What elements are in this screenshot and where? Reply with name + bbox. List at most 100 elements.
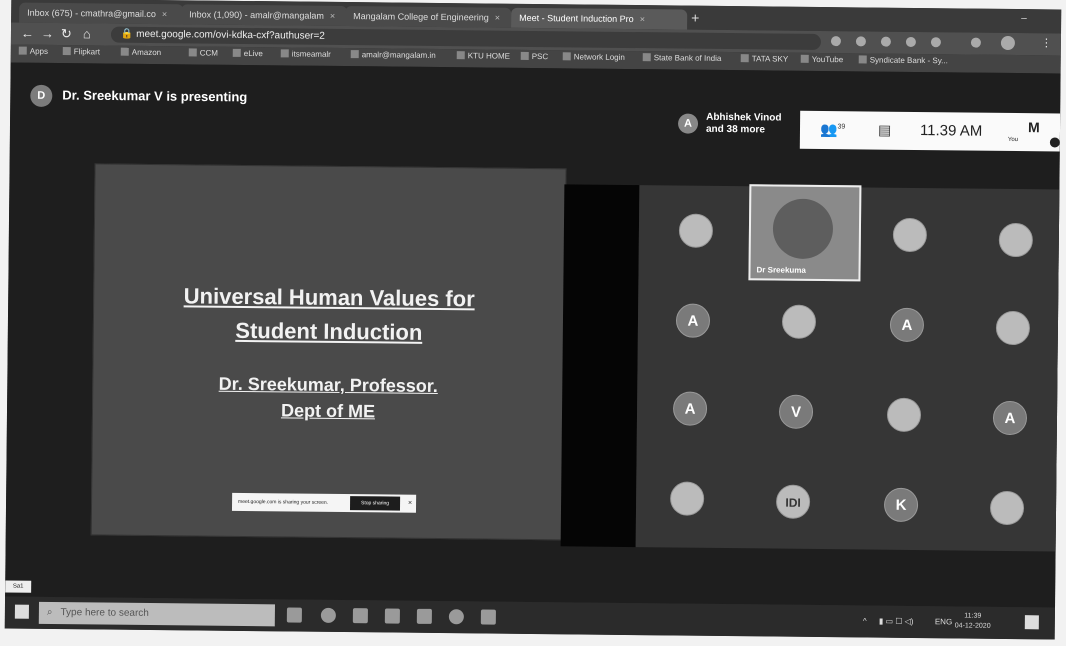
forward-icon[interactable]: → <box>41 26 54 41</box>
presenting-text: Dr. Sreekumar V is presenting <box>62 87 248 105</box>
tray-chevron-icon[interactable]: ^ <box>863 616 867 625</box>
joined-notice: A Abhishek Vinod and 38 more <box>677 111 782 137</box>
slide-title-line2: Student Induction <box>235 317 423 345</box>
bookmark-tata-sky[interactable]: TATA SKY <box>740 54 788 64</box>
chat-icon[interactable]: ▤ <box>878 122 891 139</box>
participant-tile[interactable] <box>892 217 928 253</box>
participant-tile[interactable]: K <box>883 487 919 523</box>
screen: Inbox (675) - cmathra@gmail.co × Inbox (1… <box>4 0 1062 640</box>
app-icon[interactable] <box>480 609 496 625</box>
meeting-time: 11.39 AM <box>919 122 983 140</box>
participant-grid: Dr Sreekuma A A A V A IDI K <box>635 184 1062 552</box>
language-indicator[interactable]: ENG <box>935 617 952 626</box>
bookmark-network-login[interactable]: Network Login <box>562 52 625 62</box>
participant-tile[interactable] <box>886 397 922 433</box>
reload-icon[interactable]: ↻ <box>61 26 72 42</box>
desktop-label: Sa1 <box>5 580 32 593</box>
bookmark-amalr[interactable]: amalr@mangalam.in <box>350 50 436 60</box>
joiner-line2: and 38 more <box>705 123 765 136</box>
video-face <box>772 198 834 260</box>
chrome-icon[interactable] <box>320 607 336 623</box>
menu-icon[interactable]: ⋮ <box>1041 36 1052 49</box>
you-label: You <box>1007 136 1019 144</box>
video-name: Dr Sreekuma <box>756 265 806 275</box>
tab-label: Mangalam College of Engineering <box>353 11 489 23</box>
tab-college[interactable]: Mangalam College of Engineering × <box>345 6 512 28</box>
hide-button[interactable]: × <box>408 495 412 513</box>
participant-tile[interactable] <box>781 304 817 339</box>
task-view-icon[interactable] <box>286 607 302 623</box>
bookmark-youtube[interactable]: YouTube <box>800 54 843 64</box>
extension-icon[interactable] <box>855 36 866 47</box>
bookmark-ktu-home[interactable]: KTU HOME <box>456 51 510 61</box>
extensions-puzzle-icon[interactable] <box>970 37 981 48</box>
notification-icon[interactable] <box>1024 615 1039 630</box>
clock-date: 04-12-2020 <box>954 622 991 630</box>
bookmark-psc[interactable]: PSC <box>520 51 548 61</box>
taskbar-clock[interactable]: 11:39 04-12-2020 <box>955 611 991 631</box>
participant-tile[interactable]: A <box>992 400 1028 436</box>
search-placeholder: Type here to search <box>60 607 149 619</box>
tab-label: Inbox (675) - cmathra@gmail.co <box>27 7 156 20</box>
new-tab-icon[interactable]: + <box>691 10 699 26</box>
slide-author-line2: Dept of ME <box>280 400 376 422</box>
extension-icon[interactable] <box>905 36 916 47</box>
participant-tile[interactable] <box>669 481 705 516</box>
participant-tile[interactable]: V <box>778 394 814 429</box>
info-icon[interactable] <box>1049 137 1060 148</box>
joiner-line1: Abhishek Vinod <box>706 111 782 124</box>
extension-icon[interactable] <box>930 37 941 48</box>
clock-time: 11:39 <box>964 612 982 620</box>
meet-top-controls: 👥39 ▤ 11.39 AM You M <box>799 110 1061 152</box>
bookmark-flipkart[interactable]: Flipkart <box>62 47 100 56</box>
presenter-avatar: D <box>30 84 53 107</box>
meet-area: D Dr. Sreekumar V is presenting A Abhishe… <box>5 62 1062 608</box>
home-icon[interactable]: ⌂ <box>83 26 91 41</box>
presentation-slide: Universal Human Values for Student Induc… <box>90 163 567 541</box>
people-icon[interactable]: 👥39 <box>820 121 845 138</box>
taskbar-search[interactable]: ⌕ Type here to search <box>38 601 275 627</box>
app-icon[interactable] <box>448 609 464 625</box>
tab-label: Inbox (1,090) - amalr@mangalam <box>189 9 324 21</box>
participant-tile[interactable]: A <box>672 391 708 426</box>
close-icon[interactable]: × <box>495 13 500 23</box>
back-icon[interactable]: ← <box>21 26 34 41</box>
participant-tile[interactable] <box>678 213 714 248</box>
participant-tile[interactable]: A <box>675 303 711 338</box>
close-icon[interactable]: × <box>162 9 167 19</box>
stop-sharing-button[interactable]: Stop sharing <box>349 496 401 511</box>
screen-share-bar: meet.google.com is sharing your screen. … <box>231 492 417 513</box>
slide-title-line1: Universal Human Values for <box>183 283 475 312</box>
participant-tile[interactable] <box>998 222 1034 258</box>
participant-tile[interactable]: IDI <box>775 484 811 519</box>
share-message: meet.google.com is sharing your screen. <box>238 498 329 506</box>
profile-avatar[interactable] <box>1000 35 1015 51</box>
app-icon[interactable] <box>416 608 432 624</box>
minimize-icon[interactable]: – <box>1021 13 1027 24</box>
file-explorer-icon[interactable] <box>352 608 368 624</box>
self-avatar[interactable]: M <box>1028 119 1040 135</box>
participant-tile[interactable]: A <box>889 307 925 343</box>
windows-start-icon[interactable] <box>14 604 29 619</box>
participant-video[interactable]: Dr Sreekuma <box>748 184 862 282</box>
bookmark-itsmeamalr[interactable]: itsmeamalr <box>280 49 331 59</box>
bookmark-apps[interactable]: Apps <box>18 46 48 56</box>
bookmark-amazon[interactable]: Amazon <box>120 47 161 57</box>
participant-tile[interactable] <box>995 310 1031 346</box>
participant-tile[interactable] <box>989 490 1025 526</box>
close-icon[interactable]: × <box>640 14 645 24</box>
bookmark-sbi[interactable]: State Bank of India <box>642 53 721 63</box>
tab-gmail-1[interactable]: Inbox (675) - cmathra@gmail.co × <box>19 2 184 25</box>
tab-meet[interactable]: Meet - Student Induction Pro × <box>511 7 688 30</box>
tab-gmail-2[interactable]: Inbox (1,090) - amalr@mangalam × <box>181 4 348 27</box>
tray-icons[interactable]: ▮ ▭ ☐ ◁) <box>879 617 914 626</box>
extension-icon[interactable] <box>880 36 891 47</box>
store-icon[interactable] <box>384 608 400 624</box>
presenter-banner: D Dr. Sreekumar V is presenting <box>30 84 248 109</box>
extension-icon[interactable] <box>830 36 841 47</box>
bookmark-ccm[interactable]: CCM <box>188 48 218 58</box>
bookmark-elive[interactable]: eLive <box>232 48 263 58</box>
bookmark-syndicate[interactable]: Syndicate Bank - Sy... <box>858 55 948 65</box>
close-icon[interactable]: × <box>330 11 335 21</box>
lock-icon: 🔒 <box>120 28 134 40</box>
